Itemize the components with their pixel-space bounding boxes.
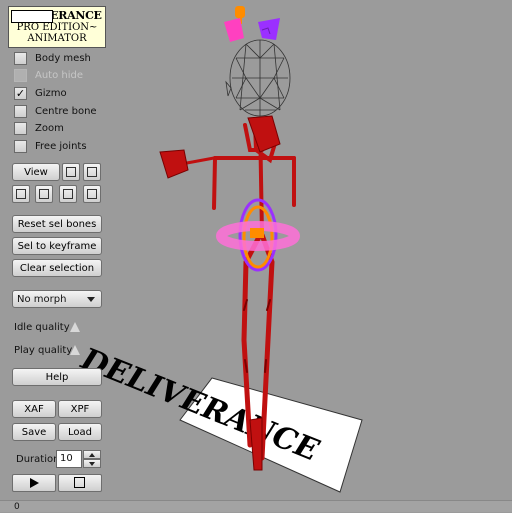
checkbox-box <box>14 68 27 82</box>
checkbox-label: Body mesh <box>35 52 91 64</box>
view-button[interactable]: View <box>12 163 60 181</box>
view-side-icon <box>87 167 97 177</box>
checkbox-box[interactable] <box>14 104 27 118</box>
morph-select[interactable]: No morph <box>12 290 102 308</box>
play-quality-slider[interactable] <box>70 345 80 355</box>
checkbox-label: Auto hide <box>35 69 84 81</box>
view-preset-icon <box>87 189 97 199</box>
clear-selection-button[interactable]: Clear selection <box>12 259 102 277</box>
checkmark-icon[interactable]: ✓ <box>14 86 27 100</box>
spin-up-button[interactable] <box>83 450 101 459</box>
checkbox-box[interactable] <box>14 51 27 65</box>
play-quality-label: Play quality <box>14 345 73 356</box>
sel-to-keyframe-button[interactable]: Sel to keyframe <box>12 237 102 255</box>
play-icon <box>30 478 39 488</box>
load-button[interactable]: Load <box>58 423 102 441</box>
morph-select-value: No morph <box>17 294 67 305</box>
checkbox-label: Centre bone <box>35 105 97 117</box>
checkbox-box[interactable] <box>14 139 27 153</box>
stop-button[interactable] <box>58 474 102 492</box>
frame-counter: 0 <box>14 502 20 512</box>
xaf-button[interactable]: XAF <box>12 400 56 418</box>
save-button[interactable]: Save <box>12 423 56 441</box>
view-front-button[interactable] <box>62 163 80 181</box>
status-bar: 0 <box>0 500 512 512</box>
view-preset-icon <box>39 189 49 199</box>
reset-sel-bones-button[interactable]: Reset sel bones <box>12 215 102 233</box>
head-mesh[interactable] <box>225 39 291 117</box>
help-button[interactable]: Help <box>12 368 102 386</box>
spin-up-icon <box>89 453 95 457</box>
logo-line-3: ANIMATOR <box>27 33 87 44</box>
stop-icon <box>74 477 85 488</box>
idle-quality-slider[interactable] <box>70 322 80 332</box>
logo-line-2: PRO EDITION~ <box>16 22 98 33</box>
view-preset-4-button[interactable] <box>83 185 101 203</box>
duration-input[interactable]: 10 <box>56 450 82 468</box>
checkbox-free-joints[interactable]: Free joints <box>14 139 87 153</box>
view-preset-1-button[interactable] <box>12 185 30 203</box>
3d-viewport[interactable]: DELIVERANCE DELIVERANCE PRO EDITION~ ANI… <box>0 0 512 500</box>
checkbox-label: Gizmo <box>35 87 67 99</box>
gizmo-top-handles[interactable] <box>224 6 280 42</box>
view-preset-2-button[interactable] <box>35 185 53 203</box>
view-preset-icon <box>16 189 26 199</box>
chevron-down-icon <box>87 297 95 302</box>
rotation-gizmo[interactable] <box>216 198 300 272</box>
view-preset-icon <box>63 189 73 199</box>
duration-label: Duration <box>16 454 60 465</box>
checkbox-label: Zoom <box>35 122 64 134</box>
logo-highlight <box>11 10 53 23</box>
xpf-button[interactable]: XPF <box>58 400 102 418</box>
checkbox-gizmo[interactable]: ✓ Gizmo <box>14 86 67 100</box>
checkbox-auto-hide: Auto hide <box>14 68 83 82</box>
app-logo: DELIVERANCE PRO EDITION~ ANIMATOR <box>8 6 106 48</box>
checkbox-body-mesh[interactable]: Body mesh <box>14 51 91 65</box>
view-side-button[interactable] <box>83 163 101 181</box>
checkbox-zoom[interactable]: Zoom <box>14 121 64 135</box>
spin-down-icon <box>89 462 95 466</box>
idle-quality-label: Idle quality <box>14 322 70 333</box>
checkbox-centre-bone[interactable]: Centre bone <box>14 104 97 118</box>
checkbox-box[interactable] <box>14 121 27 135</box>
play-button[interactable] <box>12 474 56 492</box>
floor-decal: DELIVERANCE <box>73 343 363 493</box>
spin-down-button[interactable] <box>83 459 101 468</box>
view-front-icon <box>66 167 76 177</box>
checkbox-label: Free joints <box>35 140 87 152</box>
view-preset-3-button[interactable] <box>59 185 77 203</box>
